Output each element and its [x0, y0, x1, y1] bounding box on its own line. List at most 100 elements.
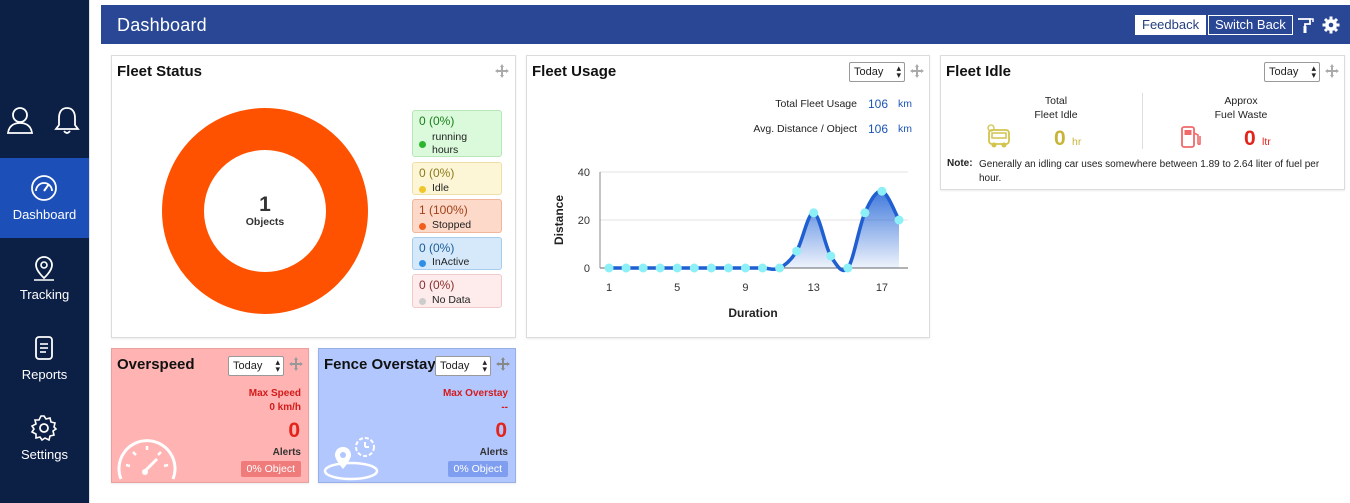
select-arrows-icon: ▴ ▾: [1311, 63, 1316, 80]
gauge-icon: [31, 175, 57, 201]
data-point[interactable]: [860, 208, 870, 218]
bell-icon[interactable]: [54, 105, 80, 135]
data-point[interactable]: [689, 263, 699, 273]
x-axis-label: Duration: [728, 306, 777, 320]
legend-value: 0 (0%): [419, 166, 455, 180]
legend-value: 0 (0%): [419, 241, 455, 255]
legend-value: 0 (0%): [419, 278, 455, 292]
divider: [1142, 93, 1143, 149]
y-tick-label: 0: [584, 263, 590, 275]
panel-title: Fence Overstay: [324, 356, 436, 373]
legend-dot: [419, 223, 426, 230]
legend-label: No Data: [432, 294, 471, 306]
geofence-timer-icon: [323, 437, 379, 481]
avg-distance-label: Avg. Distance / Object: [753, 123, 857, 135]
data-point[interactable]: [809, 208, 819, 218]
legend-no-data: 0 (0%) No Data: [412, 274, 502, 308]
legend-label: running hours: [432, 131, 468, 156]
idle-total-label-line2: Fleet Idle: [1034, 109, 1078, 121]
x-tick-label: 9: [742, 282, 748, 294]
sidebar-top-icons: [0, 105, 89, 145]
total-usage-unit: km: [898, 98, 912, 110]
sidebar-item-tracking[interactable]: Tracking: [0, 238, 89, 318]
alerts-count: 0: [495, 419, 507, 442]
data-point[interactable]: [843, 263, 853, 273]
data-point[interactable]: [877, 186, 887, 196]
data-point[interactable]: [792, 246, 802, 256]
object-percent-badge: 0% Object: [447, 461, 508, 477]
max-speed-value: 0 km/h: [269, 402, 301, 413]
idle-total-label-line1: Total: [1044, 95, 1068, 107]
period-select[interactable]: Today ▴ ▾: [435, 356, 491, 376]
object-percent-badge: 0% Object: [240, 461, 301, 477]
settings-icon[interactable]: [1322, 16, 1340, 34]
user-icon[interactable]: [6, 105, 34, 135]
data-point[interactable]: [604, 263, 614, 273]
idle-total-label: Total Fleet Idle: [1001, 94, 1111, 122]
avg-distance-unit: km: [898, 123, 912, 135]
data-point[interactable]: [826, 251, 836, 261]
fleet-status-panel: Fleet Status 1 Objects 0 (0%) running ho…: [111, 55, 516, 338]
move-icon[interactable]: [289, 357, 303, 371]
data-point[interactable]: [740, 263, 750, 273]
data-point[interactable]: [894, 215, 904, 225]
panel-title: Fleet Usage: [532, 63, 617, 80]
alerts-label: Alerts: [479, 447, 508, 458]
fuel-waste-value: 0: [1244, 127, 1256, 150]
page-title: Dashboard: [117, 15, 207, 35]
legend-stopped: 1 (100%) Stopped: [412, 199, 502, 233]
car-idle-icon: [987, 124, 1010, 148]
fuel-waste-label: Approx Fuel Waste: [1186, 94, 1296, 122]
gear-icon: [30, 415, 58, 442]
period-select-value: Today: [233, 360, 263, 372]
data-point[interactable]: [775, 263, 785, 273]
fence-overstay-card: Fence Overstay Today ▴ ▾ Max Overstay -- …: [318, 348, 516, 483]
move-icon[interactable]: [495, 64, 509, 78]
move-icon[interactable]: [496, 357, 510, 371]
palette-icon[interactable]: [1296, 16, 1314, 34]
legend-label: InActive: [432, 256, 470, 268]
period-select-value: Today: [854, 66, 884, 78]
fuel-waste-unit: ltr: [1262, 136, 1271, 148]
data-point[interactable]: [723, 263, 733, 273]
max-overstay-label: Max Overstay: [442, 388, 508, 399]
speedometer-icon: [117, 439, 177, 480]
sidebar-item-label: Tracking: [19, 287, 70, 302]
select-arrows-icon: ▴ ▾: [275, 357, 280, 374]
main-area: Dashboard Feedback Switch Back Fleet Sta…: [89, 0, 1350, 503]
data-point[interactable]: [621, 263, 631, 273]
fuel-waste-label-line2: Fuel Waste: [1214, 109, 1268, 121]
sidebar-item-label: Settings: [21, 447, 68, 462]
period-select[interactable]: Today ▴ ▾: [849, 62, 905, 82]
donut-center-value: 1: [259, 193, 271, 216]
switch-back-button[interactable]: Switch Back: [1208, 15, 1293, 35]
fleet-usage-panel: Fleet Usage Today ▴ ▾ Total Fleet Usage 1…: [526, 55, 930, 338]
sidebar-item-settings[interactable]: Settings: [0, 398, 89, 478]
fuel-waste-label-line1: Approx: [1224, 95, 1258, 107]
data-point[interactable]: [672, 263, 682, 273]
sidebar-item-dashboard[interactable]: Dashboard: [0, 158, 89, 238]
alerts-label: Alerts: [272, 447, 301, 458]
max-overstay-value: --: [501, 402, 508, 413]
data-point[interactable]: [638, 263, 648, 273]
y-axis-label: Distance: [552, 195, 566, 245]
header-bar: Dashboard Feedback Switch Back: [101, 5, 1350, 44]
series-area: [609, 191, 899, 271]
map-pin-icon: [34, 256, 54, 281]
overspeed-card: Overspeed Today ▴ ▾ Max Speed 0 km/h 0 Al…: [111, 348, 309, 483]
select-arrows-icon: ▴ ▾: [482, 357, 487, 374]
data-point[interactable]: [706, 263, 716, 273]
move-icon[interactable]: [910, 64, 924, 78]
period-select[interactable]: Today ▴ ▾: [1264, 62, 1320, 82]
data-point[interactable]: [758, 263, 768, 273]
period-select-value: Today: [440, 360, 470, 372]
period-select[interactable]: Today ▴ ▾: [228, 356, 284, 376]
legend-dot: [419, 298, 426, 305]
x-tick-label: 1: [606, 282, 612, 294]
sidebar-item-reports[interactable]: Reports: [0, 318, 89, 398]
period-select-value: Today: [1269, 66, 1299, 78]
feedback-button[interactable]: Feedback: [1135, 15, 1207, 35]
idle-total-value: 0: [1054, 127, 1066, 150]
move-icon[interactable]: [1325, 64, 1339, 78]
data-point[interactable]: [655, 263, 665, 273]
